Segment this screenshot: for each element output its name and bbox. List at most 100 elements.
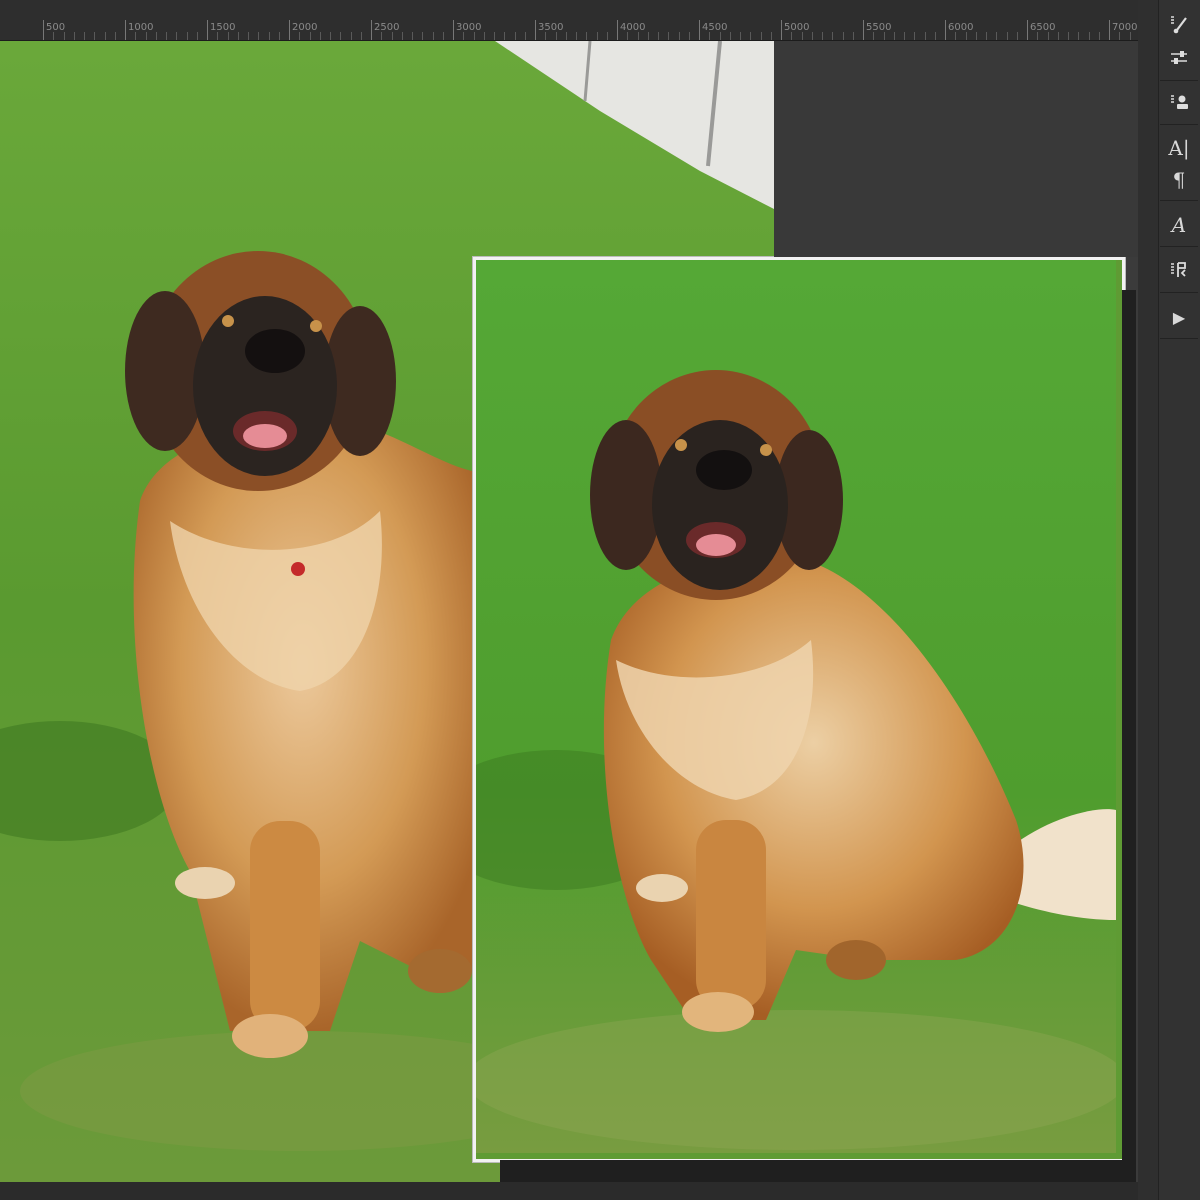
paragraph-icon[interactable]: ¶: [1158, 160, 1200, 200]
tool-separator: [1160, 338, 1198, 339]
ruler-minor-tick: [330, 32, 331, 40]
ruler-minor-tick: [94, 32, 96, 40]
ruler-minor-tick: [883, 32, 885, 40]
ruler-tick: [453, 20, 454, 40]
ruler-minor-tick: [565, 32, 567, 40]
edited-photo-image: [476, 260, 1122, 1153]
ruler-minor-tick: [350, 32, 352, 40]
ruler-label: 6500: [1030, 22, 1056, 33]
ruler-label: 2500: [374, 22, 400, 33]
ruler-minor-tick: [483, 32, 485, 40]
ruler-tick: [125, 20, 126, 40]
ruler-minor-tick: [401, 32, 403, 40]
edited-photo-frame[interactable]: [473, 257, 1125, 1162]
ruler-minor-tick: [596, 32, 598, 40]
tool-separator: [1160, 124, 1198, 125]
ruler-minor-tick: [1037, 32, 1039, 40]
play-action-icon[interactable]: ▶: [1158, 297, 1200, 337]
ruler-minor-tick: [442, 32, 444, 40]
clone-source-icon[interactable]: [1158, 82, 1200, 122]
ruler-minor-tick: [1006, 32, 1008, 40]
ruler-minor-tick: [494, 32, 495, 40]
ruler-minor-tick: [914, 32, 916, 40]
ruler-minor-tick: [873, 32, 875, 40]
ruler-minor-tick: [811, 32, 813, 40]
ruler-minor-tick: [586, 32, 588, 40]
adjustments-icon[interactable]: [1158, 38, 1200, 78]
ruler-tick: [699, 20, 700, 40]
ruler-minor-tick: [606, 32, 608, 40]
ruler-minor-tick: [268, 32, 270, 40]
ruler-minor-tick: [422, 32, 424, 40]
ruler-minor-tick: [319, 32, 321, 40]
ruler-minor-tick: [750, 32, 752, 40]
ruler-minor-tick: [186, 32, 188, 40]
glyphs-glyph: A: [1171, 213, 1187, 237]
ruler-minor-tick: [729, 32, 731, 40]
ruler-label: 5500: [866, 22, 892, 33]
ruler-minor-tick: [760, 32, 762, 40]
ruler-minor-tick: [668, 32, 670, 40]
ruler-minor-tick: [258, 32, 260, 40]
ruler-minor-tick: [309, 32, 311, 40]
ruler-label: 7000: [1112, 22, 1138, 33]
play-glyph: ▶: [1172, 307, 1186, 327]
ruler-tick: [289, 20, 290, 40]
ruler-minor-tick: [1078, 32, 1080, 40]
ruler-minor-tick: [658, 32, 659, 40]
ruler-tick: [945, 20, 946, 40]
ruler-label: 5000: [784, 22, 810, 33]
ruler-tick: [371, 20, 372, 40]
ruler-tick: [617, 20, 618, 40]
status-bar: [0, 1182, 1200, 1200]
ruler-tick: [1027, 20, 1028, 40]
ruler-minor-tick: [1068, 32, 1069, 40]
ruler-minor-tick: [473, 32, 475, 40]
ruler-minor-tick: [893, 32, 895, 40]
ruler-minor-tick: [1098, 32, 1100, 40]
ruler-minor-tick: [504, 32, 506, 40]
ruler-minor-tick: [391, 32, 393, 40]
ruler-minor-tick: [196, 32, 198, 40]
ruler-minor-tick: [719, 32, 721, 40]
canvas-shadow-bottom: [500, 1160, 1136, 1182]
ruler-label: 500: [46, 22, 66, 33]
ruler-minor-tick: [545, 32, 547, 40]
ruler-minor-tick: [740, 32, 741, 40]
properties-icon[interactable]: [1158, 250, 1200, 290]
glyphs-icon[interactable]: A: [1158, 205, 1200, 245]
ruler-minor-tick: [934, 32, 936, 40]
ruler-minor-tick: [1016, 32, 1018, 40]
ruler-minor-tick: [432, 32, 434, 40]
ruler-tick: [781, 20, 782, 40]
ruler-minor-tick: [1057, 32, 1059, 40]
ruler-minor-tick: [227, 32, 229, 40]
tool-separator: [1160, 292, 1198, 293]
ruler-minor-tick: [114, 32, 116, 40]
ruler-minor-tick: [360, 32, 362, 40]
ruler-minor-tick: [637, 32, 639, 40]
canvas-shadow: [1122, 290, 1136, 1182]
ruler-minor-tick: [176, 32, 178, 40]
ruler-minor-tick: [104, 32, 106, 40]
ruler-label: 3500: [538, 22, 564, 33]
canvas-pasteboard: [774, 41, 1138, 257]
ruler-tick: [43, 20, 44, 40]
ruler-minor-tick: [791, 32, 793, 40]
ruler-minor-tick: [217, 32, 219, 40]
ruler-minor-tick: [412, 32, 413, 40]
ruler-minor-tick: [1088, 32, 1090, 40]
ruler-minor-tick: [248, 32, 249, 40]
ruler-minor-tick: [63, 32, 65, 40]
ruler-minor-tick: [237, 32, 239, 40]
ruler-minor-tick: [647, 32, 649, 40]
ruler-minor-tick: [53, 32, 55, 40]
ruler-minor-tick: [924, 32, 926, 40]
ruler-minor-tick: [996, 32, 998, 40]
ruler-minor-tick: [524, 32, 526, 40]
ruler-minor-tick: [576, 32, 577, 40]
ruler-minor-tick: [688, 32, 690, 40]
ruler-label: 4000: [620, 22, 646, 33]
ruler-minor-tick: [463, 32, 465, 40]
ruler-minor-tick: [965, 32, 967, 40]
